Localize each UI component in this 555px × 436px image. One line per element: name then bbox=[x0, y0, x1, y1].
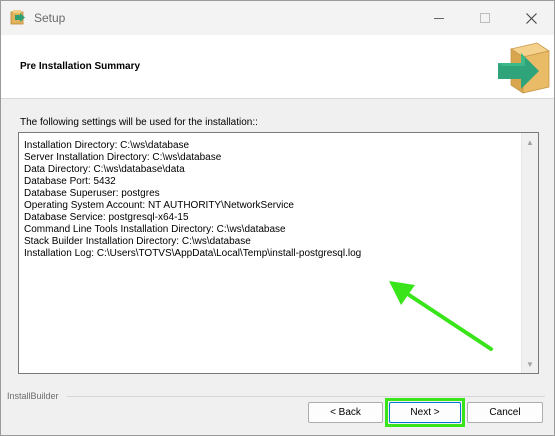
green-annotation-arrow-icon bbox=[389, 281, 493, 351]
vertical-scrollbar[interactable]: ▲ ▼ bbox=[521, 133, 538, 373]
maximize-button[interactable] bbox=[462, 1, 508, 35]
summary-line: Stack Builder Installation Directory: C:… bbox=[24, 236, 251, 247]
summary-line: Installation Log: C:\Users\TOTVS\AppData… bbox=[24, 248, 362, 259]
installbuilder-brand: InstallBuilder bbox=[7, 391, 59, 401]
minimize-icon bbox=[434, 17, 444, 19]
scroll-track[interactable] bbox=[522, 150, 538, 356]
page-title: Pre Installation Summary bbox=[20, 61, 141, 72]
summary-line: Command Line Tools Installation Director… bbox=[24, 224, 286, 235]
cancel-button[interactable]: Cancel bbox=[467, 402, 543, 423]
title-bar: Setup bbox=[1, 1, 554, 35]
scroll-down-arrow-icon[interactable]: ▼ bbox=[522, 356, 538, 372]
close-button[interactable] bbox=[508, 1, 554, 35]
summary-line: Database Port: 5432 bbox=[24, 176, 116, 187]
setup-window: Setup Pre Installation Summary The follo… bbox=[0, 0, 555, 436]
summary-line: Database Service: postgresql-x64-15 bbox=[24, 212, 189, 223]
next-button-highlight bbox=[385, 398, 465, 427]
summary-line: Database Superuser: postgres bbox=[24, 188, 160, 199]
installer-box-arrow-icon bbox=[498, 42, 550, 94]
setup-app-icon bbox=[10, 10, 25, 25]
summary-line: Data Directory: C:\ws\database\data bbox=[24, 164, 185, 175]
close-icon bbox=[525, 12, 537, 24]
summary-line: Server Installation Directory: C:\ws\dat… bbox=[24, 152, 222, 163]
back-button[interactable]: < Back bbox=[308, 402, 383, 423]
intro-text: The following settings will be used for … bbox=[20, 117, 258, 128]
summary-line: Installation Directory: C:\ws\database bbox=[24, 140, 190, 151]
summary-lines: Installation Directory: C:\ws\database S… bbox=[24, 140, 514, 260]
maximize-icon bbox=[480, 13, 490, 23]
wizard-header: Pre Installation Summary bbox=[1, 35, 554, 99]
minimize-button[interactable] bbox=[416, 1, 462, 35]
summary-line: Operating System Account: NT AUTHORITY\N… bbox=[24, 200, 294, 211]
footer-divider bbox=[67, 396, 545, 397]
scroll-up-arrow-icon[interactable]: ▲ bbox=[522, 134, 538, 150]
window-title: Setup bbox=[34, 11, 66, 25]
